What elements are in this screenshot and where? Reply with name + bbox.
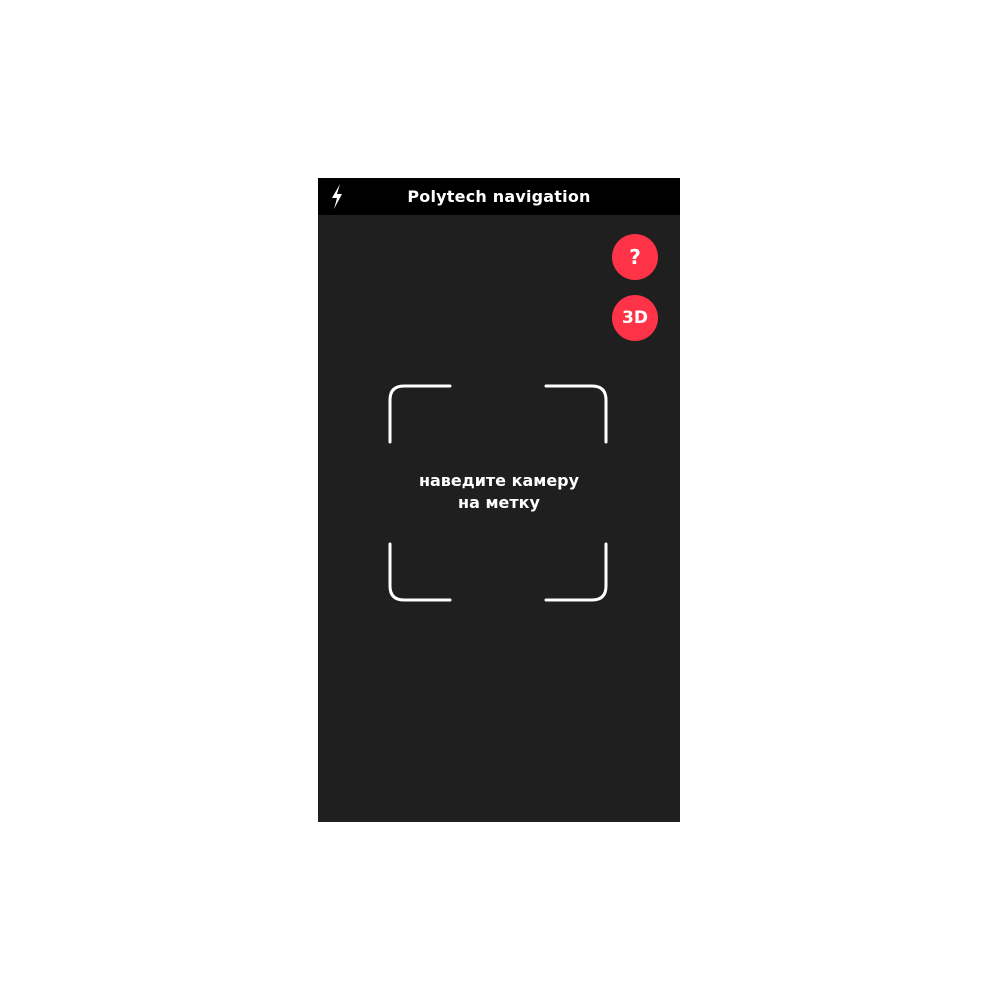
scan-corner-bottom-right: [544, 542, 608, 602]
top-bar: Polytech navigation: [318, 178, 680, 215]
scan-hint: наведите камеру на метку: [318, 470, 680, 514]
scan-corner-top-left: [388, 384, 452, 444]
view-3d-button[interactable]: 3D: [612, 295, 658, 341]
app-title: Polytech navigation: [407, 187, 591, 206]
scan-hint-line1: наведите камеру: [418, 471, 580, 490]
scan-corner-top-right: [544, 384, 608, 444]
scan-hint-line2: на метку: [458, 493, 540, 512]
scan-corner-bottom-left: [388, 542, 452, 602]
help-button[interactable]: ?: [612, 234, 658, 280]
phone-screen: Polytech navigation ? 3D наведите камеру…: [318, 178, 680, 822]
